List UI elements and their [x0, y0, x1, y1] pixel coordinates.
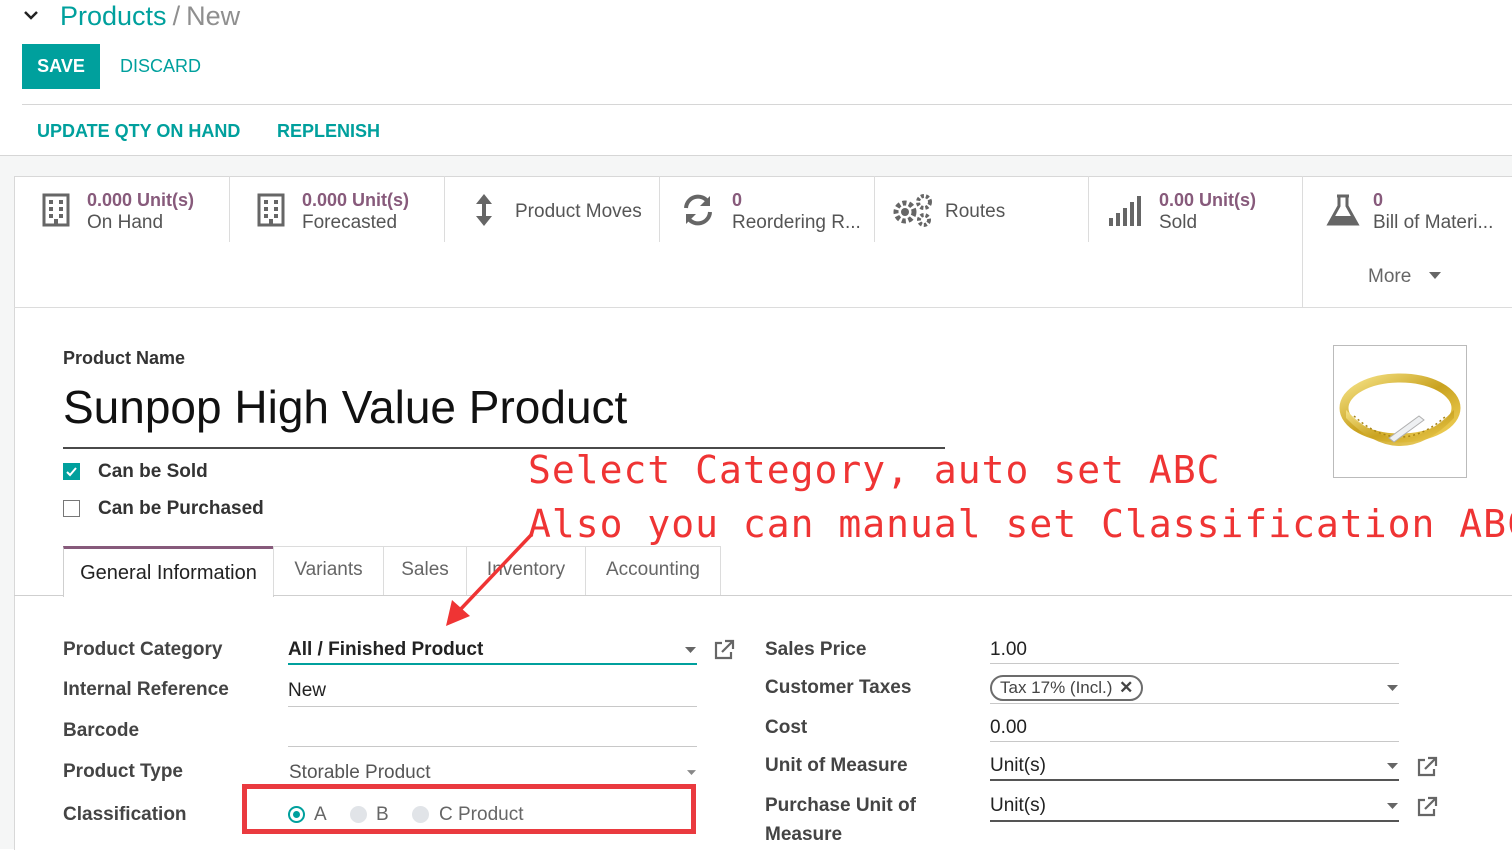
sales-price-input[interactable]: 1.00 [990, 639, 1027, 661]
annotation-arrow-icon [446, 532, 534, 626]
smart-button-routes[interactable]: Routes [875, 176, 1089, 242]
caret-down-icon[interactable] [1387, 763, 1398, 770]
building-icon [42, 193, 70, 227]
external-link-icon[interactable] [1416, 796, 1438, 818]
bracelet-image [1339, 373, 1461, 446]
unit-of-measure-select[interactable]: Unit(s) [990, 755, 1046, 777]
building-icon [257, 193, 285, 227]
smart-button-sold[interactable]: 0.00 Unit(s) Sold [1089, 176, 1303, 242]
discard-button[interactable]: DISCARD [120, 56, 201, 77]
gears-icon [893, 194, 932, 227]
can-be-sold-checkbox[interactable] [63, 463, 80, 480]
barcode-underline [288, 746, 697, 747]
classification-highlight-box [242, 784, 696, 834]
breadcrumb-separator: / [172, 1, 181, 31]
purchase-uom-select[interactable]: Unit(s) [990, 795, 1046, 817]
unit-of-measure-underline [990, 779, 1399, 781]
routes-label: Routes [945, 201, 1006, 222]
external-link-icon[interactable] [1416, 756, 1438, 778]
caret-down-icon[interactable] [1387, 685, 1398, 692]
smart-button-forecasted[interactable]: 0.000 Unit(s) Forecasted [230, 176, 445, 242]
caret-down-icon[interactable] [685, 647, 696, 654]
purchase-uom-underline [990, 820, 1399, 822]
more-label[interactable]: More [1368, 266, 1411, 288]
bom-label: Bill of Materi... [1373, 212, 1494, 233]
tab-variants[interactable]: Variants [273, 546, 384, 595]
tab-general-information[interactable]: General Information [63, 546, 274, 597]
sold-label: Sold [1159, 212, 1198, 233]
unit-of-measure-label: Unit of Measure [765, 755, 908, 776]
purchase-uom-label-line-2: Measure [765, 824, 843, 845]
breadcrumb-current: New [186, 1, 241, 31]
cost-input[interactable]: 0.00 [990, 717, 1027, 739]
forecasted-label: Forecasted [302, 212, 398, 233]
tab-accounting[interactable]: Accounting [585, 546, 721, 595]
classification-label: Classification [63, 804, 187, 825]
up-down-arrow-icon [476, 194, 492, 226]
smart-button-reordering[interactable]: 0 Reordering R... [660, 176, 875, 242]
caret-down-icon[interactable] [1387, 803, 1398, 810]
product-category-underline [288, 663, 697, 665]
can-be-purchased-label[interactable]: Can be Purchased [98, 498, 264, 520]
breadcrumb-products-link[interactable]: Products [60, 1, 167, 31]
divider [14, 307, 1512, 308]
chevron-down-icon[interactable] [22, 6, 40, 24]
update-qty-on-hand-button[interactable]: UPDATE QTY ON HAND [37, 121, 240, 142]
internal-reference-input[interactable]: New [288, 680, 326, 702]
on-hand-label: On Hand [87, 212, 164, 233]
tax-tag[interactable]: Tax 17% (Incl.) ✕ [990, 675, 1144, 701]
smart-button-product-moves[interactable]: Product Moves [445, 176, 660, 242]
save-button[interactable]: SAVE [22, 44, 100, 89]
bom-value: 0 [1373, 190, 1384, 210]
smart-button-on-hand[interactable]: 0.000 Unit(s) On Hand [15, 176, 230, 242]
customer-taxes-label: Customer Taxes [765, 677, 912, 698]
forecasted-value: 0.000 Unit(s) [302, 190, 410, 210]
annotation-line-2: Also you can manual set Classification A… [528, 502, 1512, 546]
product-name-label: Product Name [63, 348, 186, 368]
can-be-purchased-checkbox[interactable] [63, 500, 80, 517]
external-link-icon[interactable] [713, 639, 735, 661]
purchase-uom-label: Purchase Unit of [765, 795, 916, 816]
cost-label: Cost [765, 717, 808, 738]
product-category-label: Product Category [63, 639, 223, 660]
product-name-input[interactable]: Sunpop High Value Product [63, 380, 627, 434]
refresh-icon [684, 194, 712, 226]
on-hand-value: 0.000 Unit(s) [87, 190, 195, 210]
sold-value: 0.00 Unit(s) [1159, 190, 1257, 210]
annotation-line-1: Select Category, auto set ABC [528, 448, 1221, 492]
can-be-sold-label[interactable]: Can be Sold [98, 461, 208, 483]
product-type-label: Product Type [63, 761, 183, 782]
smart-button-bill-of-materials[interactable]: 0 Bill of Materi... [1303, 176, 1512, 242]
product-image[interactable] [1333, 345, 1467, 478]
reordering-label: Reordering R... [732, 212, 861, 233]
product-type-select[interactable]: Storable Product [289, 762, 431, 784]
breadcrumb: Products / New [60, 0, 240, 32]
internal-reference-label: Internal Reference [63, 679, 229, 700]
barcode-label: Barcode [63, 720, 140, 741]
caret-down-icon[interactable] [687, 770, 696, 776]
internal-reference-underline [288, 706, 697, 707]
cost-underline [990, 741, 1399, 742]
caret-down-icon [1429, 272, 1441, 279]
tax-tag-label: Tax 17% (Incl.) [1000, 678, 1113, 697]
close-icon[interactable]: ✕ [1119, 678, 1133, 697]
sales-price-label: Sales Price [765, 639, 867, 660]
checkmark-icon [66, 467, 77, 477]
reordering-value: 0 [732, 190, 743, 210]
flask-icon [1326, 194, 1360, 226]
product-moves-label: Product Moves [515, 201, 642, 222]
barcode-input[interactable] [288, 718, 697, 746]
product-category-value[interactable]: All / Finished Product [288, 639, 483, 661]
signal-bars-icon [1109, 196, 1141, 226]
replenish-button[interactable]: REPLENISH [277, 121, 380, 142]
sales-price-underline [990, 663, 1399, 664]
customer-taxes-underline [990, 703, 1399, 704]
